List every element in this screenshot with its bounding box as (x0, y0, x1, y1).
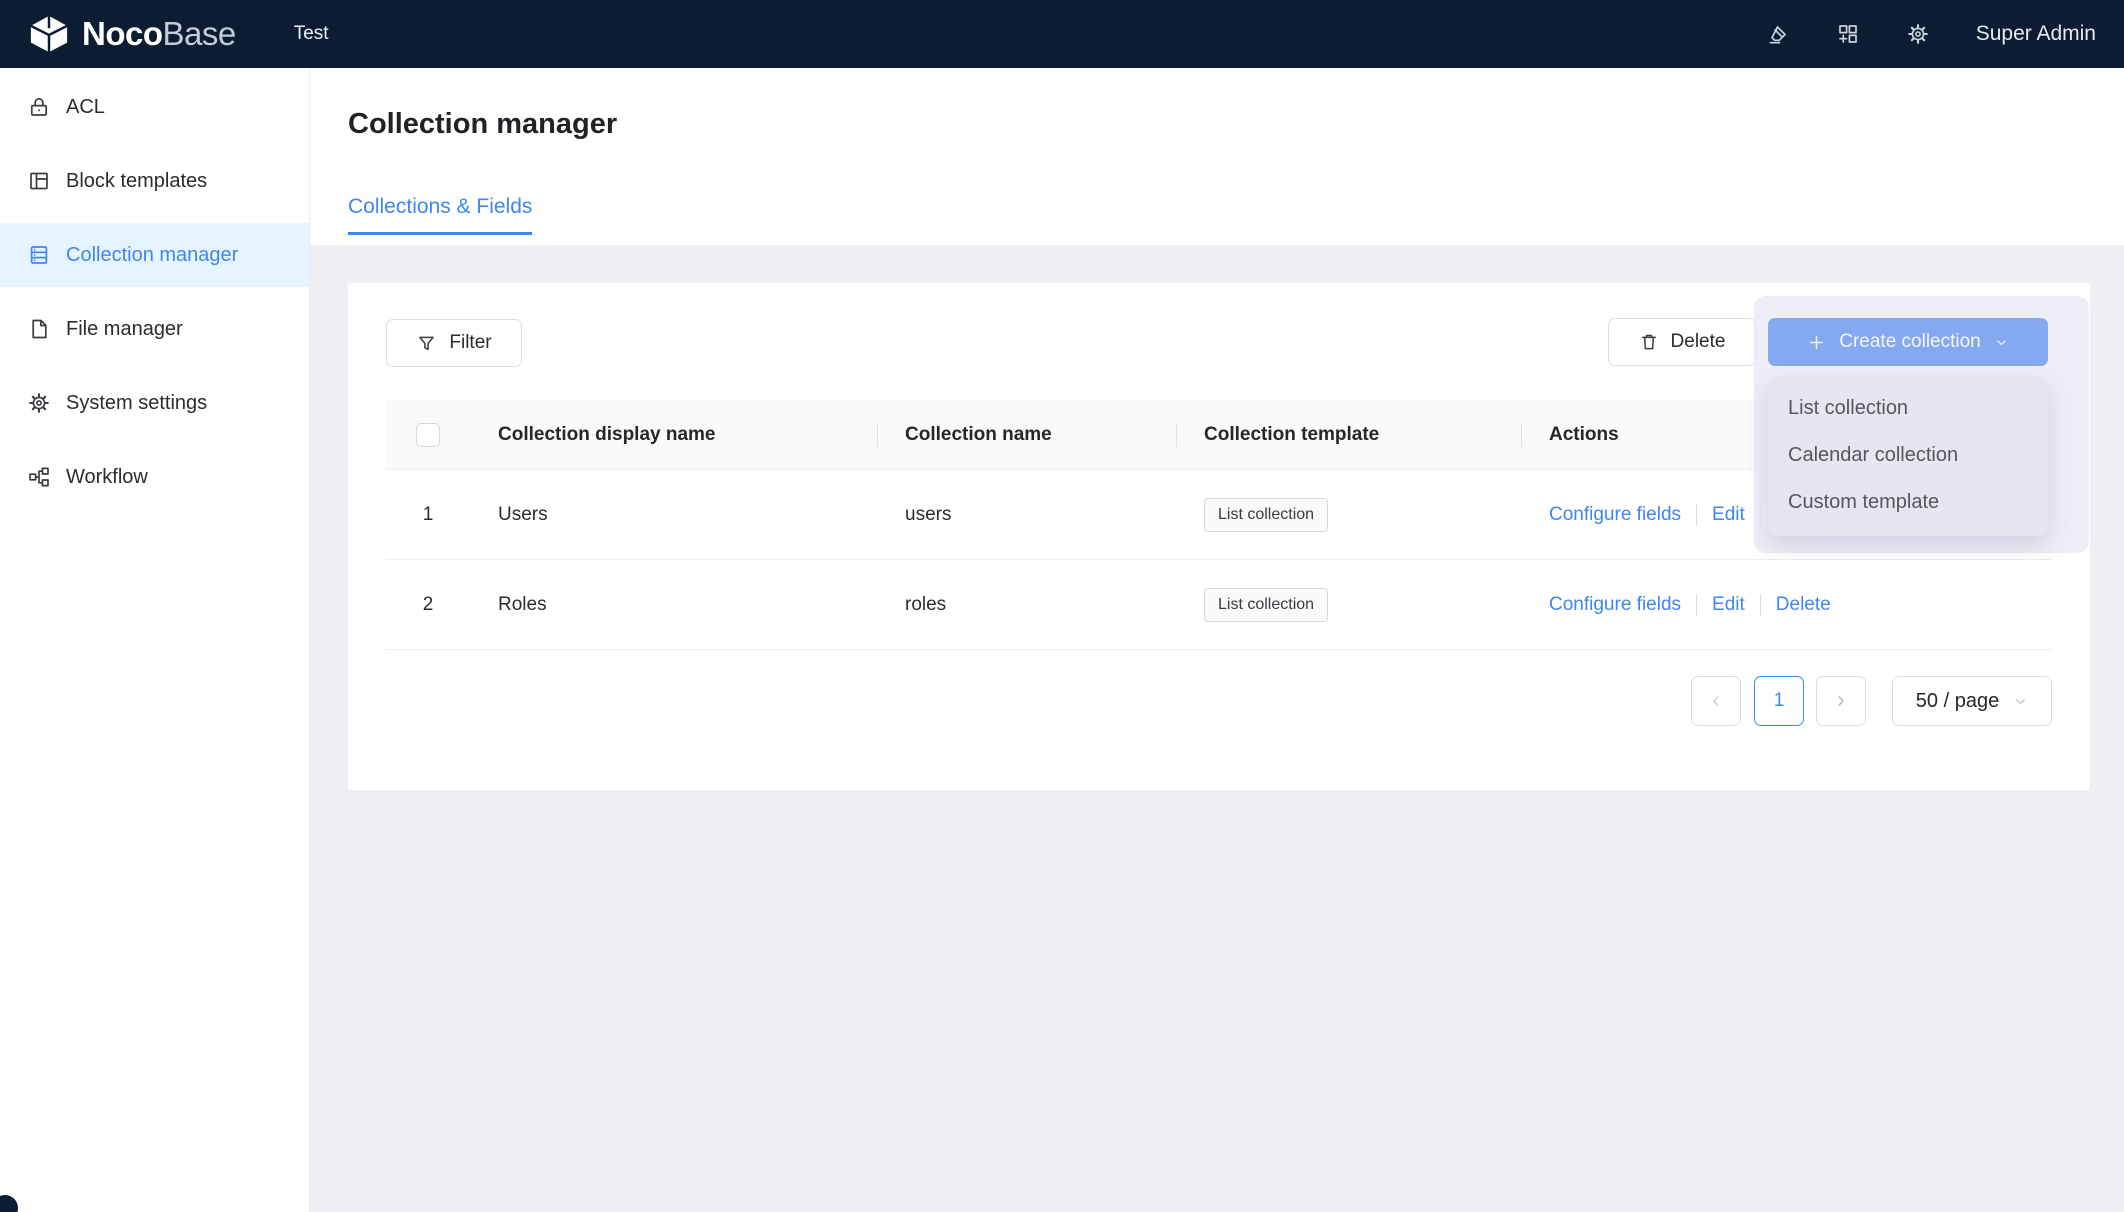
current-user[interactable]: Super Admin (1976, 22, 2096, 46)
filter-funnel-icon (416, 333, 437, 354)
brand-wordmark: NocoBase (82, 15, 236, 53)
delete-button-label: Delete (1671, 331, 1726, 353)
pagination-prev-button[interactable] (1691, 676, 1741, 726)
filter-button[interactable]: Filter (386, 319, 522, 367)
database-icon (27, 243, 51, 267)
create-collection-button[interactable]: Create collection (1768, 318, 2048, 366)
settings-gear-icon[interactable] (1906, 22, 1930, 46)
sidebar-item-acl[interactable]: ACL (0, 75, 309, 139)
delete-link[interactable]: Delete (1776, 594, 1831, 616)
sidebar-item-block-templates[interactable]: Block templates (0, 149, 309, 213)
create-collection-dropdown: List collection Calendar collection Cust… (1768, 376, 2048, 536)
workflow-icon (27, 465, 51, 489)
sidebar-item-label: Workflow (66, 466, 148, 489)
cell-display-name: Roles (470, 560, 877, 649)
chevron-left-icon (1708, 693, 1724, 709)
sidebar-item-label: Collection manager (66, 244, 238, 267)
gear-icon (27, 391, 51, 415)
cell-actions: Configure fields Edit Delete (1521, 560, 2052, 649)
create-collection-overlay: Create collection List collection Calend… (1754, 296, 2089, 553)
select-all-checkbox[interactable] (416, 423, 440, 447)
ui-editor-highlighter-icon[interactable] (1766, 22, 1790, 46)
page-size-value: 50 / page (1916, 690, 1999, 713)
file-icon (27, 317, 51, 341)
menu-item-custom-template[interactable]: Custom template (1768, 479, 2048, 526)
plus-icon (1807, 333, 1826, 352)
sidebar-item-label: ACL (66, 96, 105, 119)
sidebar-item-label: Block templates (66, 170, 207, 193)
sidebar-item-file-manager[interactable]: File manager (0, 297, 309, 361)
nav-menu-test[interactable]: Test (294, 23, 329, 45)
sidebar-item-collection-manager[interactable]: Collection manager (0, 223, 309, 287)
nocobase-cube-icon (28, 14, 70, 54)
action-separator (1696, 504, 1697, 526)
table-row: 2 Roles roles List collection Configure … (386, 560, 2052, 650)
column-header-template: Collection template (1176, 400, 1521, 469)
cell-collection-name: roles (877, 560, 1176, 649)
edit-link[interactable]: Edit (1712, 504, 1745, 526)
nocobase-app: NocoBase Test (0, 0, 2124, 1212)
chevron-down-icon (1994, 335, 2009, 350)
cell-template: List collection (1176, 560, 1521, 649)
plugins-grid-icon[interactable] (1836, 22, 1860, 46)
brand-base: Base (163, 15, 236, 52)
page-header: Collection manager Collections & Fields (310, 68, 2124, 245)
tab-collections-and-fields[interactable]: Collections & Fields (348, 195, 532, 235)
cell-collection-name: users (877, 470, 1176, 559)
header-select-cell (386, 400, 470, 469)
page-size-select[interactable]: 50 / page (1892, 676, 2052, 726)
menu-item-calendar-collection[interactable]: Calendar collection (1768, 432, 2048, 479)
chevron-right-icon (1833, 693, 1849, 709)
action-separator (1760, 594, 1761, 616)
action-separator (1696, 594, 1697, 616)
delete-button[interactable]: Delete (1608, 318, 1756, 366)
lock-icon (27, 95, 51, 119)
page-title: Collection manager (348, 106, 2124, 142)
pagination-next-button[interactable] (1816, 676, 1866, 726)
settings-sidebar: ACL Block templates Collect (0, 68, 310, 1212)
tab-bar: Collections & Fields (348, 195, 2124, 235)
column-header-name: Collection name (877, 400, 1176, 469)
navbar-right: Super Admin (1766, 22, 2124, 46)
filter-button-label: Filter (449, 332, 491, 354)
row-index: 2 (386, 560, 470, 649)
brand-noco: Noco (82, 15, 163, 52)
cell-display-name: Users (470, 470, 877, 559)
sidebar-item-label: File manager (66, 318, 183, 341)
configure-fields-link[interactable]: Configure fields (1549, 504, 1681, 526)
layout-icon (27, 169, 51, 193)
sidebar-item-label: System settings (66, 392, 207, 415)
pagination-page-1[interactable]: 1 (1754, 676, 1804, 726)
configure-fields-link[interactable]: Configure fields (1549, 594, 1681, 616)
template-tag: List collection (1204, 588, 1328, 622)
brand-logo[interactable]: NocoBase (0, 14, 236, 54)
edit-link[interactable]: Edit (1712, 594, 1745, 616)
sidebar-item-system-settings[interactable]: System settings (0, 371, 309, 435)
column-header-display-name: Collection display name (470, 400, 877, 469)
template-tag: List collection (1204, 498, 1328, 532)
row-index: 1 (386, 470, 470, 559)
pagination: 1 50 / page (1691, 676, 2052, 726)
trash-icon (1639, 332, 1659, 352)
cell-template: List collection (1176, 470, 1521, 559)
menu-item-list-collection[interactable]: List collection (1768, 385, 2048, 432)
sidebar-item-workflow[interactable]: Workflow (0, 445, 309, 509)
create-collection-label: Create collection (1839, 331, 1981, 353)
chevron-down-icon (2013, 694, 2028, 709)
top-navbar: NocoBase Test (0, 0, 2124, 68)
